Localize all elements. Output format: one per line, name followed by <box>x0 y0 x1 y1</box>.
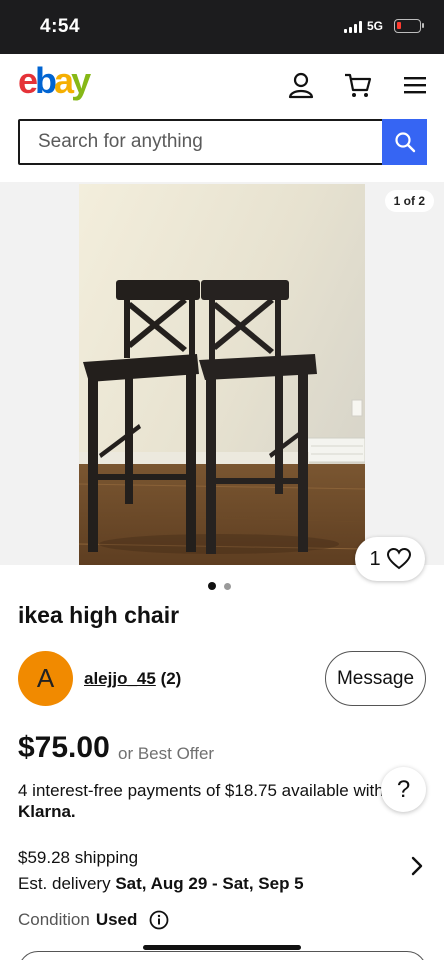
delivery-prefix: Est. delivery <box>18 874 111 893</box>
condition-row: Condition Used <box>18 910 169 930</box>
action-button-partial[interactable] <box>18 951 427 960</box>
delivery-estimate: Est. delivery Sat, Aug 29 - Sat, Sep 5 <box>18 871 304 897</box>
heart-icon <box>386 548 411 570</box>
seller-avatar[interactable]: A <box>18 651 73 706</box>
ebay-logo[interactable]: ebay <box>18 60 91 102</box>
condition-value: Used <box>95 910 138 929</box>
logo-letter-b: b <box>35 60 57 101</box>
condition-label: Condition <box>18 910 90 929</box>
cart-icon[interactable] <box>343 70 373 100</box>
info-icon[interactable] <box>149 910 169 930</box>
search-icon <box>394 132 415 153</box>
status-time: 4:54 <box>40 16 81 37</box>
logo-letter-e: e <box>18 60 38 101</box>
logo-letter-a: a <box>54 60 74 101</box>
search-input[interactable] <box>20 121 382 163</box>
klarna-payments-text: 4 interest-free payments of $18.75 avail… <box>18 781 384 800</box>
signal-icon <box>344 21 362 33</box>
message-button[interactable]: Message <box>325 651 426 706</box>
account-icon[interactable] <box>286 70 316 100</box>
seller-feedback: (2) <box>160 669 182 688</box>
price: $75.00 <box>18 731 110 764</box>
shipping-section[interactable]: $59.28 shipping Est. delivery Sat, Aug 2… <box>18 845 304 897</box>
search-bar <box>18 119 427 165</box>
seller-username[interactable]: alejjo_45 <box>84 669 156 688</box>
image-counter: 1 of 2 <box>384 190 434 212</box>
watch-count: 1 <box>369 547 381 570</box>
shipping-cost: $59.28 shipping <box>18 848 139 867</box>
help-button[interactable]: ? <box>381 767 426 812</box>
battery-icon <box>394 19 424 33</box>
status-bar: 4:54 5G <box>0 0 444 54</box>
seller-info[interactable]: alejjo_45 (2) <box>84 669 181 689</box>
gallery-pagination <box>208 582 231 590</box>
product-photo[interactable] <box>79 184 365 565</box>
chevron-right-icon[interactable] <box>408 855 426 877</box>
home-indicator <box>143 945 301 950</box>
delivery-range: Sat, Aug 29 - Sat, Sep 5 <box>115 874 304 893</box>
search-button[interactable] <box>382 119 427 165</box>
image-gallery[interactable]: 1 of 2 <box>0 182 444 565</box>
network-label: 5G <box>367 19 384 33</box>
best-offer-label: or Best Offer <box>118 744 215 763</box>
logo-letter-y: y <box>71 60 91 101</box>
menu-icon[interactable] <box>400 70 430 100</box>
klarna-brand: Klarna. <box>18 802 76 821</box>
listing-title: ikea high chair <box>18 602 180 628</box>
watch-button[interactable]: 1 <box>355 537 425 581</box>
pagination-dot-active[interactable] <box>208 582 216 590</box>
header: ebay <box>0 54 444 116</box>
klarna-info[interactable]: 4 interest-free payments of $18.75 avail… <box>18 780 390 822</box>
pagination-dot[interactable] <box>224 582 231 590</box>
